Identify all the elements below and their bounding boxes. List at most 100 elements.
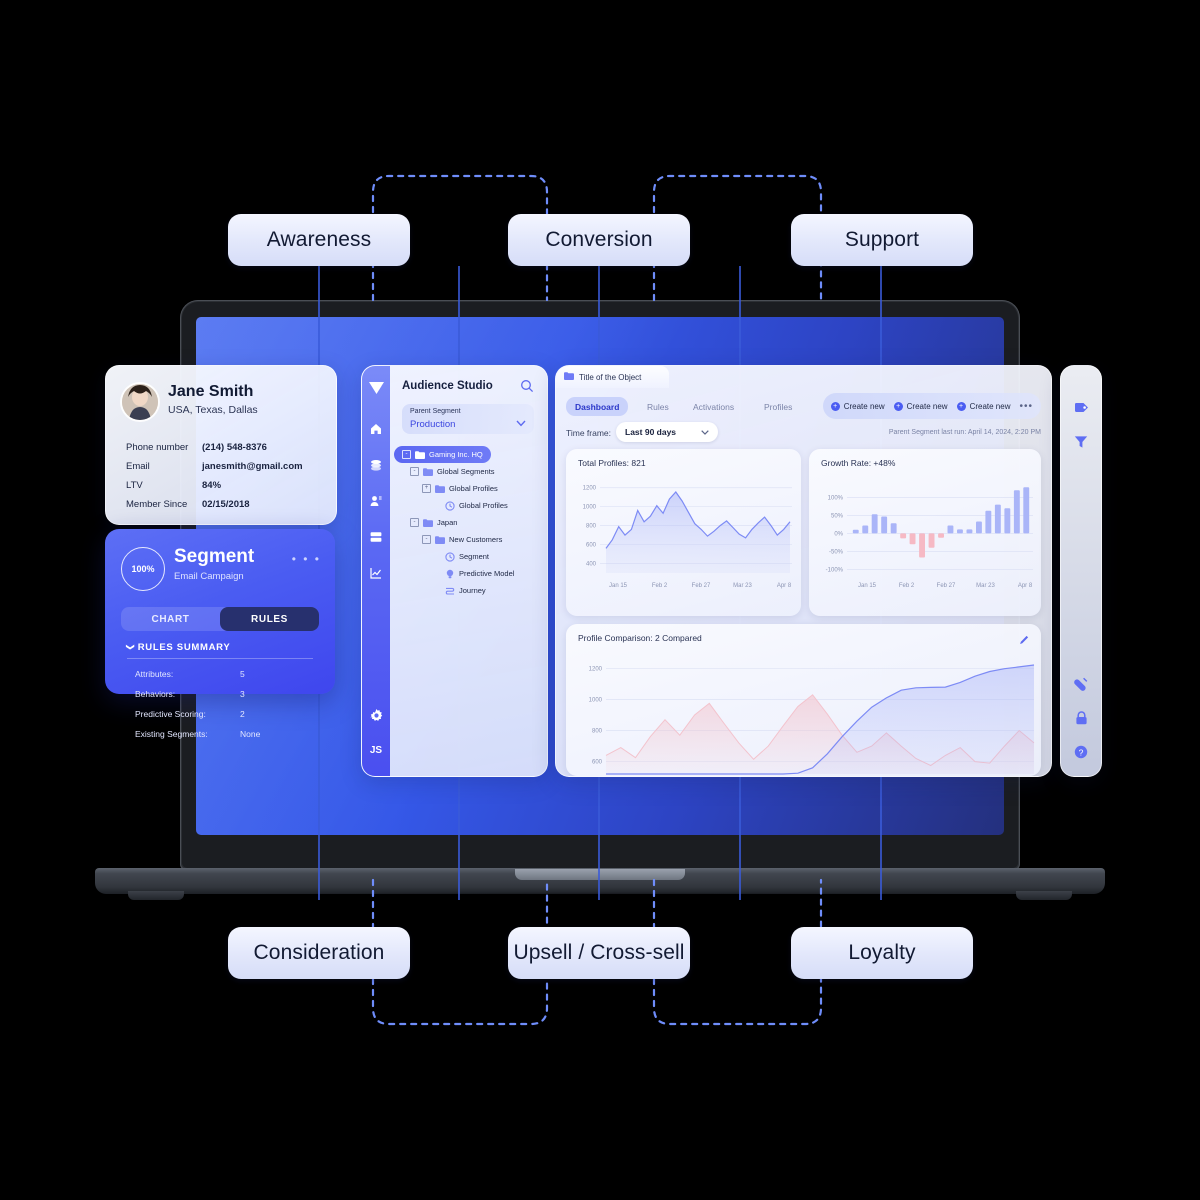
laptop-base-shadow bbox=[125, 892, 1075, 902]
svg-text:600: 600 bbox=[586, 543, 597, 549]
chevron-down-icon: ❯ bbox=[126, 643, 136, 652]
create-new-button[interactable]: + Create new bbox=[956, 401, 1010, 411]
plug-icon[interactable] bbox=[1073, 676, 1089, 692]
stage-pill-label: Awareness bbox=[266, 228, 372, 251]
stage-pill-awareness[interactable]: Awareness bbox=[228, 214, 410, 266]
stage-pill-consideration[interactable]: Consideration bbox=[228, 927, 410, 979]
field-value: 02/15/2018 bbox=[202, 499, 250, 510]
tree-toggle-icon[interactable]: - bbox=[410, 467, 419, 476]
search-icon[interactable] bbox=[520, 379, 534, 393]
audience-studio-panel: JS Audience Studio Parent Segment Produc… bbox=[361, 365, 548, 777]
rules-summary-header[interactable]: ❯ RULES SUMMARY bbox=[126, 642, 230, 653]
svg-text:?: ? bbox=[1079, 747, 1084, 757]
tree-item-label: Japan bbox=[437, 518, 458, 527]
tree-item-label: Predictive Model bbox=[459, 569, 515, 578]
tree-item[interactable]: Segment bbox=[434, 548, 489, 565]
tree-item[interactable]: + Global Profiles bbox=[422, 480, 498, 497]
svg-text:Feb 27: Feb 27 bbox=[692, 583, 711, 589]
segment-subtitle: Email Campaign bbox=[174, 571, 244, 582]
profile-location: USA, Texas, Dallas bbox=[168, 404, 258, 416]
tree-toggle-icon[interactable]: - bbox=[410, 518, 419, 527]
object-tab[interactable]: Title of the Object bbox=[556, 366, 669, 388]
field-value: janesmith@gmail.com bbox=[202, 461, 303, 472]
tree-item-label: Segment bbox=[459, 552, 490, 561]
gear-icon[interactable] bbox=[368, 707, 384, 723]
tree-item[interactable]: - New Customers bbox=[422, 531, 502, 548]
folder-icon bbox=[435, 484, 445, 493]
total-profiles-chart: 400 600 800 1000 1200 Jan 15 Feb 2 Feb 27 Mar 23… bbox=[566, 449, 801, 616]
tree-item[interactable]: - Gaming Inc. HQ bbox=[394, 446, 491, 463]
tree-item-label: Global Segments bbox=[437, 467, 495, 476]
tab-chart[interactable]: CHART bbox=[121, 607, 220, 631]
summary-row: Existing Segments: None bbox=[135, 729, 315, 748]
tree-item-label: Journey bbox=[459, 586, 486, 595]
tree-item[interactable]: - Japan bbox=[410, 514, 457, 531]
field-key: Phone number bbox=[126, 442, 189, 453]
summary-row: Attributes: 5 bbox=[135, 669, 315, 688]
tree-item[interactable]: Predictive Model bbox=[434, 565, 514, 582]
parent-segment-select[interactable]: Parent Segment Production bbox=[402, 404, 534, 434]
profile-icon[interactable] bbox=[368, 493, 384, 509]
stage-pill-loyalty[interactable]: Loyalty bbox=[791, 927, 973, 979]
tree-item[interactable]: Journey bbox=[434, 582, 486, 599]
tree-toggle-icon[interactable]: + bbox=[422, 484, 431, 493]
journey-icon bbox=[445, 586, 455, 596]
help-icon[interactable]: ? bbox=[1073, 744, 1089, 760]
svg-text:50%: 50% bbox=[831, 513, 844, 519]
timeframe-label: Time frame: bbox=[566, 428, 612, 438]
tab-rules[interactable]: Rules bbox=[638, 397, 678, 416]
create-new-label: Create new bbox=[843, 401, 885, 411]
tree-item[interactable]: - Global Segments bbox=[410, 463, 495, 480]
tree-item[interactable]: Global Profiles bbox=[434, 497, 508, 514]
tab-dashboard[interactable]: Dashboard bbox=[566, 397, 629, 416]
summary-key: Attributes: bbox=[135, 669, 174, 679]
data-stack-icon[interactable] bbox=[368, 457, 384, 473]
stage-pill-support[interactable]: Support bbox=[791, 214, 973, 266]
js-icon[interactable]: JS bbox=[368, 742, 384, 758]
svg-text:Apr 8: Apr 8 bbox=[777, 583, 792, 589]
tag-icon[interactable] bbox=[1073, 399, 1089, 415]
folder-open-icon bbox=[423, 467, 433, 476]
tree-toggle-icon[interactable]: - bbox=[402, 450, 411, 459]
chart-icon[interactable] bbox=[368, 565, 384, 581]
plus-icon: + bbox=[830, 401, 840, 411]
chevron-down-icon bbox=[516, 414, 526, 432]
app-overlay: Jane Smith USA, Texas, Dallas Phone numb… bbox=[105, 365, 1102, 787]
svg-text:100%: 100% bbox=[828, 495, 844, 501]
profile-comparison-chart: 600 800 1000 1200 bbox=[566, 624, 1041, 776]
create-new-button-group: + Create new + Create new + Create new ••• bbox=[822, 393, 1041, 419]
avatar bbox=[122, 384, 158, 420]
field-key: Email bbox=[126, 461, 150, 472]
tree-toggle-icon[interactable]: - bbox=[422, 535, 431, 544]
growth-rate-card: Growth Rate: +48% -100% -50% 0% 50% 100% Jan … bbox=[809, 449, 1041, 616]
svg-text:800: 800 bbox=[586, 524, 597, 530]
tab-activations[interactable]: Activations bbox=[684, 397, 743, 416]
create-new-button[interactable]: + Create new bbox=[830, 401, 885, 411]
home-icon[interactable] bbox=[368, 421, 384, 437]
tree-item-label: Global Profiles bbox=[449, 484, 498, 493]
summary-key: Predictive Scoring: bbox=[135, 709, 206, 719]
field-key: Member Since bbox=[126, 499, 188, 510]
svg-text:1000: 1000 bbox=[589, 697, 603, 703]
svg-text:400: 400 bbox=[586, 562, 597, 568]
svg-text:Mar 23: Mar 23 bbox=[976, 583, 995, 589]
stage-pill-conversion[interactable]: Conversion bbox=[508, 214, 690, 266]
timeframe-select[interactable]: Last 90 days bbox=[616, 422, 718, 442]
segment-more-button[interactable]: • • • bbox=[292, 552, 321, 566]
database-icon[interactable] bbox=[368, 529, 384, 545]
svg-text:Feb 2: Feb 2 bbox=[652, 583, 668, 589]
stage-pill-upsell-crosssell[interactable]: Upsell / Cross-sell bbox=[508, 927, 690, 979]
profile-comparison-card: Profile Comparison: 2 Compared 600 800 100… bbox=[566, 624, 1041, 776]
create-new-button[interactable]: + Create new bbox=[893, 401, 948, 411]
plus-icon: + bbox=[893, 401, 903, 411]
lock-icon[interactable] bbox=[1073, 710, 1089, 726]
divider bbox=[127, 658, 313, 659]
tab-rules[interactable]: RULES bbox=[220, 607, 319, 631]
summary-value: 5 bbox=[240, 669, 245, 679]
field-value: (214) 548-8376 bbox=[202, 442, 267, 453]
filter-icon[interactable] bbox=[1073, 434, 1089, 450]
tab-profiles[interactable]: Profiles bbox=[755, 397, 801, 416]
overflow-menu-button[interactable]: ••• bbox=[1019, 401, 1033, 412]
svg-text:-50%: -50% bbox=[829, 549, 844, 555]
